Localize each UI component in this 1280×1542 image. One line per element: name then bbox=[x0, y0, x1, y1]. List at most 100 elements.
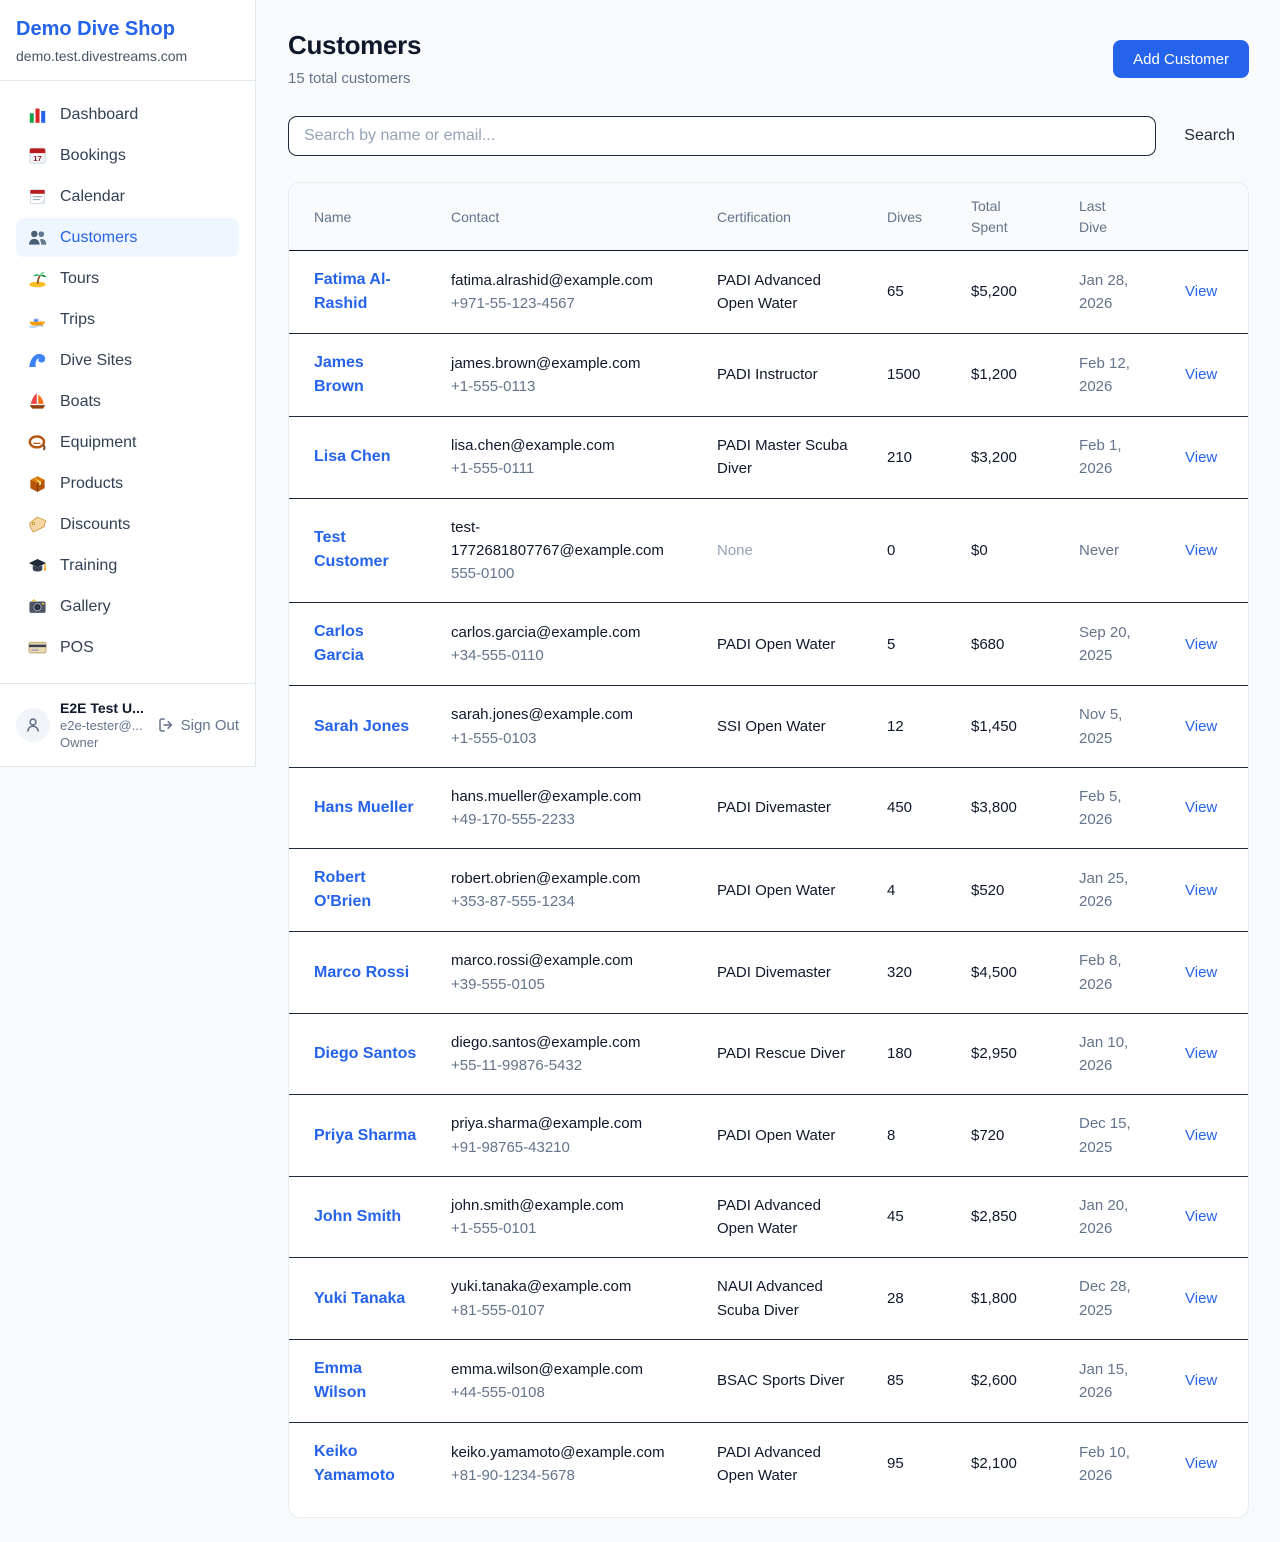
sidebar-item-customers[interactable]: Customers bbox=[16, 218, 239, 257]
customer-email: john.smith@example.com bbox=[451, 1194, 693, 1217]
view-customer-link[interactable]: View bbox=[1185, 1208, 1217, 1225]
customer-certification: PADI Advanced Open Water bbox=[717, 269, 855, 316]
page-title: Customers bbox=[288, 30, 421, 61]
view-customer-link[interactable]: View bbox=[1185, 366, 1217, 383]
customer-name-link[interactable]: Robert O'Brien bbox=[314, 866, 418, 914]
table-header: Name Contact Certification Dives Total S… bbox=[289, 183, 1248, 251]
customer-total-spent: $1,800 bbox=[971, 1290, 1017, 1307]
customer-phone: +49-170-555-2233 bbox=[451, 808, 693, 831]
sign-out-label: Sign Out bbox=[181, 717, 239, 734]
customer-email: carlos.garcia@example.com bbox=[451, 621, 693, 644]
sidebar-item-trips[interactable]: Trips bbox=[16, 300, 239, 339]
customer-email: hans.mueller@example.com bbox=[451, 785, 693, 808]
sidebar-item-label: Tours bbox=[60, 270, 99, 288]
package-icon bbox=[28, 474, 47, 493]
customer-last-dive: Feb 8, 2026 bbox=[1079, 949, 1141, 996]
customer-email: marco.rossi@example.com bbox=[451, 949, 693, 972]
view-customer-link[interactable]: View bbox=[1185, 636, 1217, 653]
customer-phone: +91-98765-43210 bbox=[451, 1136, 693, 1159]
customer-total-spent: $2,850 bbox=[971, 1208, 1017, 1225]
sidebar-item-pos[interactable]: POS bbox=[16, 628, 239, 667]
view-customer-link[interactable]: View bbox=[1185, 964, 1217, 981]
sidebar-item-dashboard[interactable]: Dashboard bbox=[16, 95, 239, 134]
sidebar-user-section: E2E Test U... e2e-tester@... Owner Sign … bbox=[0, 683, 255, 766]
svg-text:17: 17 bbox=[33, 154, 42, 163]
sidebar-item-training[interactable]: Training bbox=[16, 546, 239, 585]
customer-row: Hans Mueller hans.mueller@example.com +4… bbox=[289, 767, 1248, 849]
customer-dives: 12 bbox=[887, 718, 904, 735]
customer-total-spent: $4,500 bbox=[971, 964, 1017, 981]
customer-name-link[interactable]: Diego Santos bbox=[314, 1042, 416, 1066]
customer-name-link[interactable]: James Brown bbox=[314, 351, 418, 399]
sidebar-item-gallery[interactable]: Gallery bbox=[16, 587, 239, 626]
sidebar-item-bookings[interactable]: 17 Bookings bbox=[16, 136, 239, 175]
people-icon bbox=[28, 228, 47, 247]
customer-name-link[interactable]: Test Customer bbox=[314, 526, 418, 574]
customer-name-link[interactable]: Hans Mueller bbox=[314, 796, 414, 820]
view-customer-link[interactable]: View bbox=[1185, 1372, 1217, 1389]
sidebar-item-products[interactable]: Products bbox=[16, 464, 239, 503]
view-customer-link[interactable]: View bbox=[1185, 799, 1217, 816]
sidebar-item-calendar[interactable]: Calendar bbox=[16, 177, 239, 216]
person-icon bbox=[24, 716, 42, 734]
tag-icon bbox=[28, 515, 47, 534]
motor-boat-icon bbox=[28, 310, 47, 329]
customer-total-spent: $5,200 bbox=[971, 283, 1017, 300]
customer-name-link[interactable]: Sarah Jones bbox=[314, 715, 409, 739]
sign-out-button[interactable]: Sign Out bbox=[158, 717, 239, 734]
sidebar-item-boats[interactable]: Boats bbox=[16, 382, 239, 421]
customer-phone: +971-55-123-4567 bbox=[451, 292, 693, 315]
view-customer-link[interactable]: View bbox=[1185, 1045, 1217, 1062]
customer-row: Emma Wilson emma.wilson@example.com +44-… bbox=[289, 1339, 1248, 1422]
customer-name-link[interactable]: Fatima Al-Rashid bbox=[314, 268, 418, 316]
customer-certification: PADI Divemaster bbox=[717, 796, 831, 819]
customer-email: james.brown@example.com bbox=[451, 352, 693, 375]
column-header-certification: Certification bbox=[705, 183, 875, 251]
view-customer-link[interactable]: View bbox=[1185, 1127, 1217, 1144]
page-header: Customers 15 total customers Add Custome… bbox=[288, 30, 1249, 87]
view-customer-link[interactable]: View bbox=[1185, 283, 1217, 300]
customer-certification: NAUI Advanced Scuba Diver bbox=[717, 1275, 855, 1322]
customer-last-dive: Dec 28, 2025 bbox=[1079, 1275, 1141, 1322]
wave-icon bbox=[28, 351, 47, 370]
sidebar-item-equipment[interactable]: Equipment bbox=[16, 423, 239, 462]
customer-certification: None bbox=[717, 539, 753, 562]
view-customer-link[interactable]: View bbox=[1185, 449, 1217, 466]
user-name: E2E Test U... bbox=[60, 700, 148, 716]
add-customer-button[interactable]: Add Customer bbox=[1113, 40, 1249, 78]
view-customer-link[interactable]: View bbox=[1185, 718, 1217, 735]
customer-certification: PADI Open Water bbox=[717, 1124, 835, 1147]
customer-email: test-1772681807767@example.com bbox=[451, 516, 693, 563]
customer-row: Keiko Yamamoto keiko.yamamoto@example.co… bbox=[289, 1422, 1248, 1505]
sidebar-item-discounts[interactable]: Discounts bbox=[16, 505, 239, 544]
customer-name-link[interactable]: Priya Sharma bbox=[314, 1124, 416, 1148]
customer-last-dive: Feb 5, 2026 bbox=[1079, 785, 1141, 832]
customer-row: Fatima Al-Rashid fatima.alrashid@example… bbox=[289, 251, 1248, 334]
customer-row: Sarah Jones sarah.jones@example.com +1-5… bbox=[289, 686, 1248, 768]
customer-last-dive: Jan 15, 2026 bbox=[1079, 1358, 1141, 1405]
search-bar: Search bbox=[288, 116, 1249, 156]
customer-name-link[interactable]: Yuki Tanaka bbox=[314, 1287, 405, 1311]
customer-name-link[interactable]: Keiko Yamamoto bbox=[314, 1440, 418, 1488]
view-customer-link[interactable]: View bbox=[1185, 1290, 1217, 1307]
view-customer-link[interactable]: View bbox=[1185, 882, 1217, 899]
customer-name-link[interactable]: Marco Rossi bbox=[314, 961, 409, 985]
view-customer-link[interactable]: View bbox=[1185, 1455, 1217, 1472]
customer-last-dive: Nov 5, 2025 bbox=[1079, 703, 1141, 750]
search-button[interactable]: Search bbox=[1170, 119, 1249, 153]
sidebar-item-tours[interactable]: Tours bbox=[16, 259, 239, 298]
customer-name-link[interactable]: Lisa Chen bbox=[314, 445, 390, 469]
view-customer-link[interactable]: View bbox=[1185, 542, 1217, 559]
search-input[interactable] bbox=[288, 116, 1156, 156]
customer-certification: PADI Divemaster bbox=[717, 961, 831, 984]
customer-name-link[interactable]: John Smith bbox=[314, 1205, 401, 1229]
customer-name-link[interactable]: Carlos Garcia bbox=[314, 620, 418, 668]
sidebar-item-dive-sites[interactable]: Dive Sites bbox=[16, 341, 239, 380]
customer-total-spent: $520 bbox=[971, 882, 1004, 899]
app-layout: Demo Dive Shop demo.test.divestreams.com… bbox=[0, 0, 1280, 1542]
customer-name-link[interactable]: Emma Wilson bbox=[314, 1357, 418, 1405]
customer-last-dive: Jan 10, 2026 bbox=[1079, 1031, 1141, 1078]
customer-phone: +1-555-0113 bbox=[451, 375, 693, 398]
user-email: e2e-tester@... bbox=[60, 718, 148, 733]
customer-dives: 45 bbox=[887, 1208, 904, 1225]
